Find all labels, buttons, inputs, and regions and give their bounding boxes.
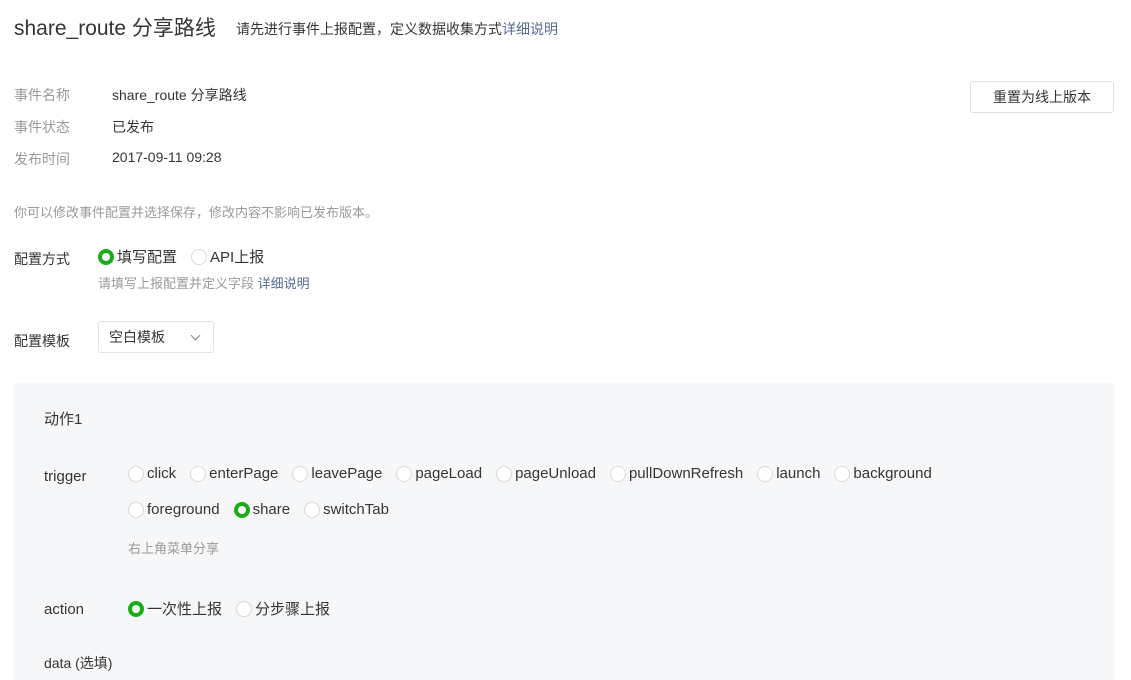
- radio-label: launch: [776, 465, 821, 482]
- radio-label: 一次性上报: [147, 601, 223, 618]
- trigger-radio-4[interactable]: pageUnload: [496, 465, 596, 482]
- radio-unchecked-icon: [304, 501, 321, 518]
- radio-label: switchTab: [323, 501, 389, 518]
- radio-label: click: [147, 465, 177, 482]
- config-mode-label: 配置方式: [14, 251, 70, 267]
- action-radio-0[interactable]: 一次性上报: [128, 598, 222, 619]
- template-select[interactable]: 空白模板: [98, 321, 214, 353]
- radio-label: 填写配置: [117, 249, 178, 266]
- radio-label: foreground: [147, 501, 220, 518]
- radio-checked-icon: [98, 248, 114, 265]
- radio-unchecked-icon: [236, 600, 253, 617]
- trigger-hint: 右上角菜单分享: [128, 541, 220, 556]
- template-selected-value: 空白模板: [109, 329, 165, 345]
- radio-unchecked-icon: [609, 465, 626, 482]
- event-status-value: 已发布: [112, 119, 154, 135]
- trigger-radio-2[interactable]: leavePage: [292, 465, 382, 482]
- config-mode-api-radio[interactable]: API上报: [191, 246, 264, 267]
- reset-to-online-button[interactable]: 重置为线上版本: [970, 81, 1114, 113]
- radio-label: share: [252, 501, 291, 518]
- event-status-label: 事件状态: [14, 119, 70, 135]
- action-radio-1[interactable]: 分步骤上报: [236, 598, 330, 619]
- radio-unchecked-icon: [396, 465, 413, 482]
- trigger-radio-10[interactable]: switchTab: [304, 501, 389, 518]
- radio-unchecked-icon: [292, 465, 309, 482]
- radio-checked-icon: [233, 501, 250, 518]
- radio-label: pageLoad: [415, 465, 483, 482]
- radio-label: 分步骤上报: [255, 601, 331, 618]
- trigger-radio-group-row1: click enterPage leavePage pageLoad pageUnloa…: [128, 465, 946, 482]
- trigger-label: trigger: [44, 468, 87, 485]
- config-mode-radio-group: 填写配置 API上报: [98, 246, 278, 267]
- chevron-down-icon: [190, 330, 201, 340]
- radio-label: background: [853, 465, 932, 482]
- radio-label: pullDownRefresh: [628, 465, 744, 482]
- radio-label: pageUnload: [515, 465, 596, 482]
- radio-checked-icon: [128, 600, 144, 617]
- radio-unchecked-icon: [128, 465, 144, 482]
- config-mode-hint: 请填写上报配置并定义字段 详细说明: [98, 273, 310, 292]
- action-title: 动作1: [44, 411, 83, 428]
- radio-label: API上报: [210, 249, 265, 266]
- trigger-radio-5[interactable]: pullDownRefresh: [609, 465, 744, 482]
- action-radio-group: 一次性上报 分步骤上报: [128, 598, 344, 619]
- action-label: action: [44, 601, 85, 618]
- data-label: data (选填): [44, 655, 113, 671]
- trigger-radio-7[interactable]: background: [834, 465, 932, 482]
- publish-time-value: 2017-09-11 09:28: [112, 149, 222, 165]
- trigger-radio-3[interactable]: pageLoad: [396, 465, 482, 482]
- page-title: share_route 分享路线: [14, 17, 216, 40]
- trigger-radio-group-row2: foreground share switchTab: [128, 501, 403, 518]
- hint-text: 请填写上报配置并定义字段: [98, 276, 255, 291]
- publish-time-label: 发布时间: [14, 151, 70, 167]
- trigger-radio-9[interactable]: share: [233, 501, 291, 518]
- edit-notice: 你可以修改事件配置并选择保存，修改内容不影响已发布版本。: [14, 205, 379, 220]
- event-name-value: share_route 分享路线: [112, 87, 247, 103]
- radio-unchecked-icon: [496, 465, 513, 482]
- page-subtitle: 请先进行事件上报配置，定义数据收集方式详细说明: [236, 19, 558, 39]
- action-panel: 动作1 trigger click enterPage leavePage pageL…: [14, 383, 1114, 680]
- trigger-radio-6[interactable]: launch: [757, 465, 820, 482]
- radio-label: leavePage: [311, 465, 383, 482]
- config-mode-form-radio[interactable]: 填写配置: [98, 246, 177, 267]
- template-label: 配置模板: [14, 333, 70, 349]
- radio-unchecked-icon: [191, 248, 208, 265]
- subtitle-help-link[interactable]: 详细说明: [502, 21, 558, 37]
- radio-unchecked-icon: [128, 501, 144, 518]
- radio-unchecked-icon: [757, 465, 774, 482]
- radio-unchecked-icon: [190, 465, 207, 482]
- trigger-radio-1[interactable]: enterPage: [190, 465, 278, 482]
- trigger-radio-0[interactable]: click: [128, 465, 176, 482]
- radio-unchecked-icon: [834, 465, 851, 482]
- trigger-radio-8[interactable]: foreground: [128, 501, 220, 518]
- event-name-label: 事件名称: [14, 87, 70, 103]
- subtitle-text: 请先进行事件上报配置，定义数据收集方式: [236, 21, 502, 37]
- radio-label: enterPage: [209, 465, 279, 482]
- config-help-link[interactable]: 详细说明: [258, 276, 310, 291]
